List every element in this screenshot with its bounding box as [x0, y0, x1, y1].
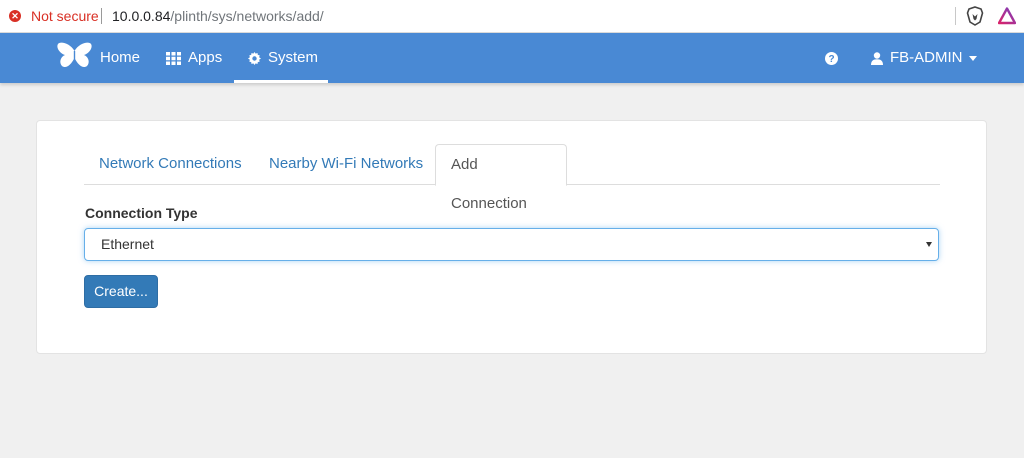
create-button[interactable]: Create...	[84, 275, 158, 308]
user-menu-label: FB-ADMIN	[890, 49, 963, 66]
question-circle-icon: ?	[825, 51, 838, 65]
url-host: 10.0.0.84	[112, 8, 171, 24]
connection-type-select[interactable]: Ethernet	[84, 228, 939, 261]
freedombox-logo-icon[interactable]	[56, 41, 93, 74]
toolbar-divider	[955, 7, 956, 25]
grid-icon	[166, 51, 181, 65]
tab-add-connection[interactable]: Add Connection	[435, 144, 567, 212]
security-status-label[interactable]: Not secure	[31, 8, 99, 24]
nav-apps[interactable]: Apps	[166, 33, 222, 83]
tab-bar: Network Connections Nearby Wi-Fi Network…	[84, 144, 940, 212]
nav-system[interactable]: System	[234, 33, 328, 83]
tab-network-connections[interactable]: Network Connections	[84, 144, 257, 185]
connection-type-label: Connection Type	[85, 205, 198, 221]
url-field[interactable]: 10.0.0.84/plinth/sys/networks/add/	[112, 8, 324, 24]
url-path: /plinth/sys/networks/add/	[170, 8, 324, 24]
not-secure-warning-icon[interactable]: ✕	[9, 10, 21, 22]
content-panel: Network Connections Nearby Wi-Fi Network…	[36, 120, 987, 354]
connection-type-value: Ethernet	[101, 236, 154, 252]
chevron-down-icon	[968, 55, 977, 61]
user-icon	[871, 51, 883, 65]
dropdown-arrow-icon	[926, 242, 932, 247]
browser-address-bar: ✕ Not secure 10.0.0.84/plinth/sys/networ…	[0, 0, 1024, 33]
svg-text:?: ?	[828, 54, 834, 65]
brave-shield-icon[interactable]	[966, 6, 984, 26]
brave-rewards-icon[interactable]	[998, 7, 1016, 25]
nav-system-label: System	[268, 49, 319, 66]
gear-icon	[248, 51, 261, 65]
nav-home[interactable]: Home	[100, 33, 140, 83]
tab-nearby-wifi-networks[interactable]: Nearby Wi-Fi Networks	[254, 144, 438, 185]
top-navbar: Home Apps System ? FB-ADMIN	[0, 33, 1024, 83]
active-nav-indicator	[234, 80, 328, 83]
nav-home-label: Home	[100, 49, 141, 66]
nav-apps-label: Apps	[188, 49, 223, 66]
address-divider	[101, 8, 102, 24]
user-menu[interactable]: FB-ADMIN	[871, 33, 977, 83]
help-button[interactable]: ?	[825, 33, 838, 83]
